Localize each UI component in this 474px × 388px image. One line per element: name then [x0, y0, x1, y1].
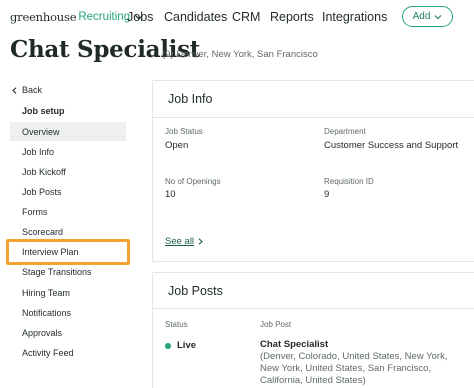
sidebar-item-label: Job Info — [22, 146, 55, 157]
add-button[interactable]: Add — [402, 6, 453, 27]
sidebar-item-label: Job Kickoff — [22, 166, 66, 177]
job-posts-title: Job Posts — [168, 284, 223, 298]
sidebar-item-interview-plan[interactable]: Interview Plan — [10, 242, 126, 261]
sidebar-item-stage-transitions[interactable]: Stage Transitions — [10, 262, 126, 281]
card-divider — [153, 308, 474, 309]
nav-link-candidates[interactable]: Candidates — [164, 10, 227, 24]
job-post-title[interactable]: Chat Specialist — [260, 339, 328, 350]
status-text: Live — [177, 340, 197, 351]
sidebar-item-label: Hiring Team — [22, 287, 70, 298]
sidebar-item-forms[interactable]: Forms — [10, 202, 126, 221]
sidebar-item-label: Overview — [22, 126, 60, 137]
sidebar-item-scorecard[interactable]: Scorecard — [10, 222, 126, 241]
nav-link-integrations[interactable]: Integrations — [322, 10, 387, 24]
openings-label: No of Openings — [165, 177, 221, 186]
see-all-link[interactable]: See all — [165, 236, 204, 247]
job-info-card: Job Info — [152, 80, 474, 262]
top-nav: greenhouse Recruiting Jobs Candidates CR… — [0, 0, 474, 36]
app-logo[interactable]: greenhouse Recruiting — [10, 10, 144, 24]
job-info-title: Job Info — [168, 92, 213, 106]
sidebar-item-label: Approvals — [22, 327, 63, 338]
see-all-label: See all — [165, 236, 195, 247]
logo-main-text: greenhouse — [10, 10, 77, 24]
logo-product-text: Recruiting — [78, 11, 131, 23]
chevron-left-icon — [12, 86, 17, 94]
sidebar-item-label: Job Posts — [22, 186, 62, 197]
live-status-dot — [165, 342, 171, 349]
back-link[interactable]: Back — [11, 85, 42, 95]
sidebar-item-job-posts[interactable]: Job Posts — [10, 182, 126, 201]
sidebar-section-heading: Job setup — [22, 106, 65, 116]
department-value: Customer Success and Support — [324, 140, 459, 151]
sidebar-item-label: Interview Plan — [22, 246, 79, 257]
sidebar-item-notifications[interactable]: Notifications — [10, 303, 126, 322]
sidebar-item-overview[interactable]: Overview — [10, 122, 126, 141]
job-status-label: Job Status — [165, 127, 203, 136]
chevron-down-icon — [435, 14, 442, 19]
job-status-value: Open — [165, 140, 189, 151]
add-button-label: Add — [412, 11, 431, 22]
sidebar-item-hiring-team[interactable]: Hiring Team — [10, 283, 126, 302]
nav-link-reports[interactable]: Reports — [270, 10, 314, 24]
job-post-column-header: Job Post — [260, 320, 292, 329]
department-label: Department — [324, 127, 366, 136]
requisition-value: 9 — [324, 189, 330, 200]
sidebar-item-label: Activity Feed — [22, 347, 74, 358]
sidebar-item-job-info[interactable]: Job Info — [10, 142, 126, 161]
card-divider — [153, 117, 474, 118]
chevron-right-icon — [198, 238, 203, 245]
sidebar-item-label: Stage Transitions — [22, 266, 92, 277]
back-label: Back — [22, 85, 43, 95]
sidebar-item-label: Forms — [22, 206, 48, 217]
sidebar-item-label: Notifications — [22, 307, 72, 318]
openings-value: 10 — [165, 189, 176, 200]
sidebar-item-job-kickoff[interactable]: Job Kickoff — [10, 162, 126, 181]
job-meta: (9) Denver, New York, San Francisco — [162, 49, 318, 60]
status-badge: Live — [165, 340, 196, 351]
job-post-locations: (Denver, Colorado, United States, New Yo… — [260, 351, 448, 386]
sidebar-item-label: Scorecard — [22, 226, 64, 237]
requisition-label: Requisition ID — [324, 177, 374, 186]
nav-link-crm[interactable]: CRM — [232, 10, 260, 24]
status-column-header: Status — [165, 320, 188, 329]
sidebar-item-approvals[interactable]: Approvals — [10, 323, 126, 342]
sidebar-item-activity-feed[interactable]: Activity Feed — [10, 343, 126, 362]
nav-link-jobs[interactable]: Jobs — [127, 10, 153, 24]
